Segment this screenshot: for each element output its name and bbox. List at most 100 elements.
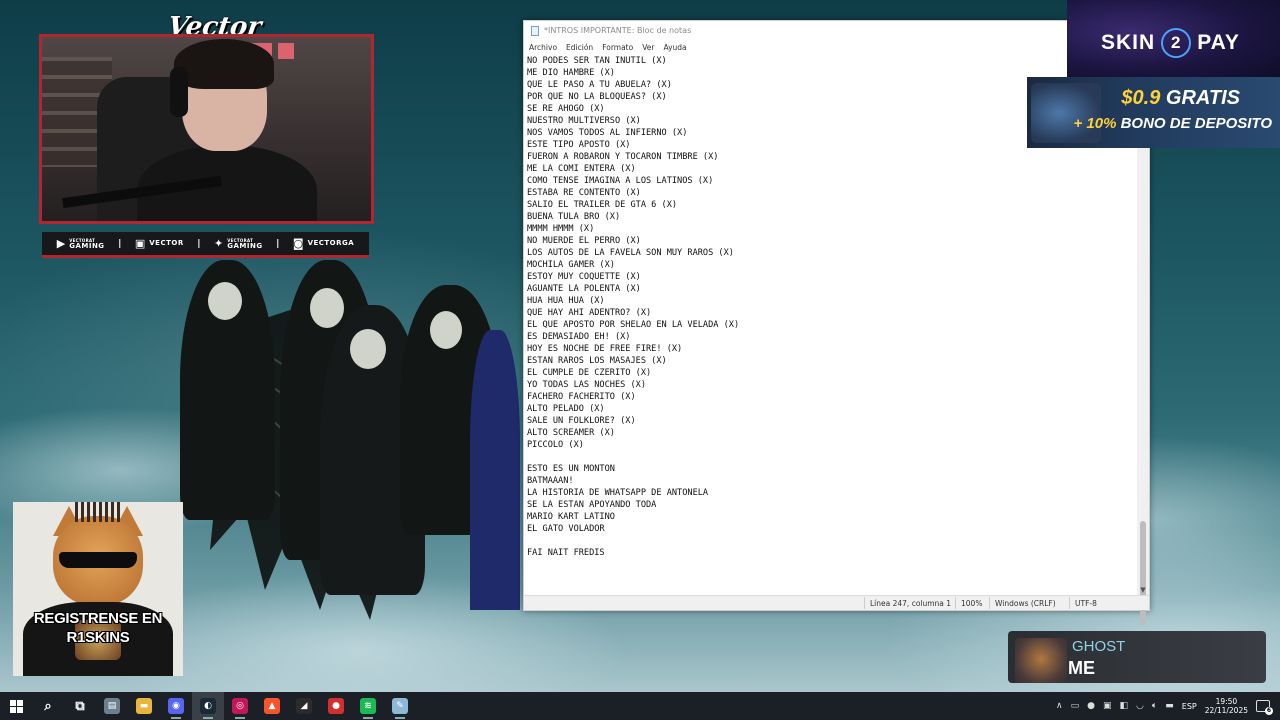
text-line[interactable]: FAI NAIT FREDIS: [527, 547, 1137, 559]
volume-icon[interactable]: 🔈︎: [1152, 701, 1157, 711]
search-button[interactable]: ⌕: [32, 692, 64, 720]
text-line[interactable]: COMO TENSE IMAGINA A LOS LATINOS (X): [527, 175, 1137, 187]
text-line[interactable]: EL QUE APOSTO POR SHELAO EN LA VELADA (X…: [527, 319, 1137, 331]
webcam-feed: [39, 34, 374, 224]
wallpaper-figure: [470, 330, 520, 610]
task-view-button[interactable]: ⧉: [64, 692, 96, 720]
text-line[interactable]: ALTO PELADO (X): [527, 403, 1137, 415]
battery-icon[interactable]: ▬: [1165, 701, 1174, 711]
text-line[interactable]: ESTO ES UN MONTON: [527, 463, 1137, 475]
text-line[interactable]: EL GATO VOLADOR: [527, 523, 1137, 535]
now-playing-widget: GHOST ME: [1008, 631, 1266, 683]
text-line[interactable]: QUE HAY AHI ADENTRO? (X): [527, 307, 1137, 319]
file-explorer-icon: ▤: [104, 698, 120, 714]
monitor-icon[interactable]: ▭: [1071, 701, 1080, 711]
twitch-icon: ▣: [134, 237, 146, 250]
recorder-app[interactable]: ●: [320, 692, 352, 720]
status-encoding: UTF-8: [1075, 599, 1097, 608]
clock[interactable]: 19:50 22/11/2025: [1205, 697, 1248, 715]
start-button[interactable]: [0, 692, 32, 720]
sunglasses: [59, 552, 137, 568]
text-line[interactable]: [527, 535, 1137, 547]
menu-archivo[interactable]: Archivo: [529, 43, 557, 52]
album-art: [1015, 638, 1067, 683]
window-title: *INTROS IMPORTANTE: Bloc de notas: [544, 26, 692, 35]
folder-icon: ▬: [136, 698, 152, 714]
brave-icon: ▲: [264, 698, 280, 714]
text-line[interactable]: SALIO EL TRAILER DE GTA 6 (X): [527, 199, 1137, 211]
spotify-icon: ≋: [360, 698, 376, 714]
scroll-down-arrow-icon[interactable]: ▼: [1137, 585, 1149, 595]
text-line[interactable]: HOY ES NOCHE DE FREE FIRE! (X): [527, 343, 1137, 355]
brave-app[interactable]: ▲: [256, 692, 288, 720]
folder-app[interactable]: ▬: [128, 692, 160, 720]
text-line[interactable]: BUENA TULA BRO (X): [527, 211, 1137, 223]
notepad-icon: ✎: [392, 698, 408, 714]
promo-caption-line1: REGISTRENSE EN: [33, 610, 163, 627]
text-line[interactable]: ME LA COMI ENTERA (X): [527, 163, 1137, 175]
sponsor-logo-left: SKIN: [1101, 31, 1156, 54]
text-line[interactable]: SE LA ESTAN APOYANDO TODA: [527, 499, 1137, 511]
separator: |: [197, 238, 201, 249]
taskbar: ⌕ ⧉ ▤ ▬ ◉ ◐ ◎ ▲ ◢ ● ≋ ✎ ∧ ▭ ● ▣ ◧ ◡ 🔈︎ ▬ ESP 19:50 …: [0, 692, 1280, 720]
sponsor-logo-right: PAY: [1197, 31, 1240, 54]
system-tray: ∧ ▭ ● ▣ ◧ ◡ 🔈︎ ▬ ESP 19:50 22/11/2025 6: [1056, 692, 1280, 720]
text-line[interactable]: ES DEMASIADO EH! (X): [527, 331, 1137, 343]
spotify-app[interactable]: ≋: [352, 692, 384, 720]
text-line[interactable]: SALE UN FOLKLORE? (X): [527, 415, 1137, 427]
text-line[interactable]: NO MUERDE EL PERRO (X): [527, 235, 1137, 247]
language-indicator[interactable]: ESP: [1182, 702, 1197, 711]
menu-formato[interactable]: Formato: [602, 43, 633, 52]
sponsor-logo-circle: 2: [1161, 28, 1192, 58]
text-line[interactable]: HUA HUA HUA (X): [527, 295, 1137, 307]
social-twitch: ▣ VECTOR: [134, 237, 184, 250]
chevron-up-icon[interactable]: ∧: [1056, 701, 1063, 711]
text-line[interactable]: YO TODAS LAS NOCHES (X): [527, 379, 1137, 391]
window-titlebar[interactable]: *INTROS IMPORTANTE: Bloc de notas: [524, 21, 1149, 40]
notification-icon[interactable]: 6: [1256, 700, 1273, 715]
menu-ayuda[interactable]: Ayuda: [663, 43, 686, 52]
text-line[interactable]: [527, 451, 1137, 463]
social-youtube: ▶ VECTORAT GAMING: [56, 237, 105, 250]
promo-bonus-text: BONO DE DEPOSITO: [1120, 115, 1272, 132]
separator: |: [118, 238, 122, 249]
text-line[interactable]: NO PODES SER TAN INUTIL (X): [527, 55, 1137, 67]
steam-app[interactable]: ◐: [192, 692, 224, 720]
text-line[interactable]: FUERON A ROBARON Y TOCARON TIMBRE (X): [527, 151, 1137, 163]
sponsor-logo-banner: SKIN 2 PAY: [1067, 0, 1280, 80]
network-icon[interactable]: ◧: [1120, 701, 1129, 711]
wifi-icon[interactable]: ◡: [1136, 701, 1144, 711]
file-explorer-app[interactable]: ▤: [96, 692, 128, 720]
menu-ver[interactable]: Ver: [642, 43, 654, 52]
text-line[interactable]: ESTOY MUY COQUETTE (X): [527, 271, 1137, 283]
discord-app[interactable]: ◉: [160, 692, 192, 720]
text-line[interactable]: PICCOLO (X): [527, 439, 1137, 451]
status-cursor-position: Línea 247, columna 1: [870, 599, 952, 608]
cat-promo-image: REGISTRENSE EN R1SKINS: [13, 502, 183, 676]
now-playing-song: ME: [1068, 658, 1095, 678]
promo-caption-line2: R1SKINS: [66, 629, 130, 646]
text-line[interactable]: FACHERO FACHERITO (X): [527, 391, 1137, 403]
status-line-endings: Windows (CRLF): [995, 599, 1056, 608]
text-line[interactable]: ESTABA RE CONTENTO (X): [527, 187, 1137, 199]
text-line[interactable]: MMMM HMMM (X): [527, 223, 1137, 235]
text-line[interactable]: EL CUMPLE DE CZERITO (X): [527, 367, 1137, 379]
notepad-app[interactable]: ✎: [384, 692, 416, 720]
sponsor-promo-banner: $0.9 GRATIS + 10% BONO DE DEPOSITO: [1027, 77, 1280, 148]
text-line[interactable]: BATMAAAN!: [527, 475, 1137, 487]
microphone-icon[interactable]: ●: [1087, 701, 1095, 711]
promo-amount: $0.9: [1121, 87, 1161, 109]
text-line[interactable]: ESTAN RAROS LOS MASAJES (X): [527, 355, 1137, 367]
text-line[interactable]: MOCHILA GAMER (X): [527, 259, 1137, 271]
text-line[interactable]: LOS AUTOS DE LA FAVELA SON MUY RAROS (X): [527, 247, 1137, 259]
text-line[interactable]: AGUANTE LA POLENTA (X): [527, 283, 1137, 295]
text-line[interactable]: LA HISTORIA DE WHATSAPP DE ANTONELA: [527, 487, 1137, 499]
epic-app[interactable]: ◢: [288, 692, 320, 720]
notification-count: 6: [1265, 707, 1273, 715]
text-line[interactable]: ALTO SCREAMER (X): [527, 427, 1137, 439]
camera-icon[interactable]: ▣: [1103, 701, 1112, 711]
menu-edicion[interactable]: Edición: [566, 43, 593, 52]
obs-app[interactable]: ◎: [224, 692, 256, 720]
text-line[interactable]: MARIO KART LATINO: [527, 511, 1137, 523]
clock-time: 19:50: [1215, 697, 1238, 706]
